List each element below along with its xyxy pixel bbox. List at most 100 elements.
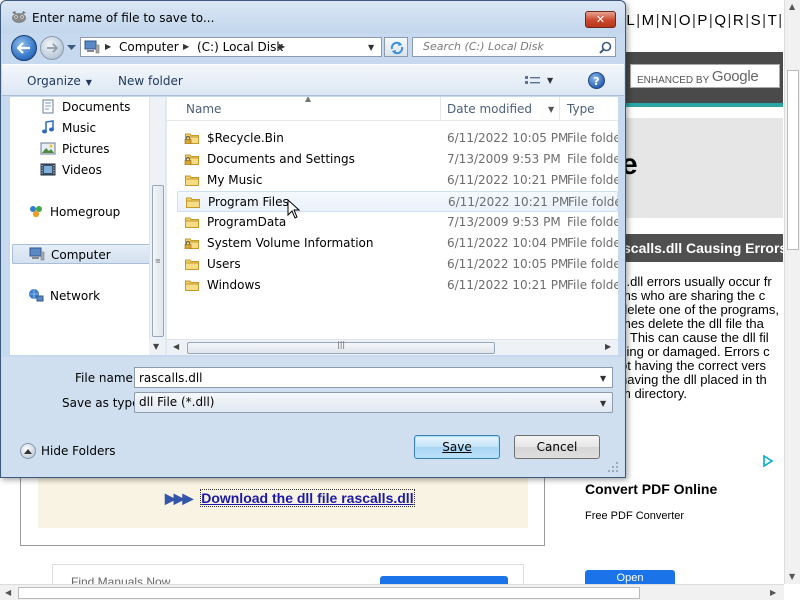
page-hscroll-thumb[interactable] <box>18 587 640 599</box>
help-button[interactable]: ? <box>588 72 605 89</box>
file-row[interactable]: Program Files 6/11/2022 10:21 PM File fold… <box>177 191 618 212</box>
page-horizontal-scrollbar[interactable]: ◀ ▶ <box>0 584 784 600</box>
breadcrumb-separator-icon[interactable]: ▶ <box>183 42 189 51</box>
organize-menu[interactable]: Organize ▼ <box>27 74 92 88</box>
save-button[interactable]: Save <box>414 435 500 459</box>
column-divider[interactable] <box>440 97 441 121</box>
music-icon <box>42 120 54 134</box>
file-row[interactable]: ProgramData 7/13/2009 9:53 PM File folder <box>177 212 618 233</box>
file-date: 6/11/2022 10:05 PM <box>447 257 569 271</box>
recent-pages-dropdown-icon[interactable] <box>67 44 76 52</box>
breadcrumb-local-disk[interactable]: (C:) Local Disk <box>197 40 283 54</box>
breadcrumb-computer[interactable]: Computer <box>119 40 179 54</box>
alphabet-link[interactable]: S <box>751 12 762 29</box>
file-list-hscrollbar[interactable]: ◀ ||| ▶ <box>167 339 618 355</box>
file-name-dropdown-icon[interactable]: ▼ <box>600 374 606 383</box>
computer-icon <box>29 247 45 261</box>
alphabet-separator: | <box>673 12 678 29</box>
grip-icon: ||| <box>337 340 346 349</box>
alphabet-link[interactable]: M <box>642 12 655 29</box>
save-as-type-label: Save as type: <box>62 396 144 410</box>
breadcrumb-separator-icon[interactable]: ▶ <box>105 42 111 51</box>
file-name-input[interactable] <box>134 367 613 388</box>
column-divider[interactable] <box>559 97 560 121</box>
search-box[interactable]: Search (C:) Local Disk <box>412 37 616 57</box>
breadcrumb-separator-icon[interactable]: ▶ <box>279 42 285 51</box>
alphabet-separator: | <box>727 12 732 29</box>
forward-button[interactable] <box>40 36 64 60</box>
file-name: My Music <box>207 173 263 187</box>
ad-choices-icon[interactable] <box>762 455 774 467</box>
article-line: ot having the correct vers <box>620 358 766 373</box>
scroll-right-arrow-icon[interactable]: ▶ <box>770 588 776 597</box>
file-row[interactable]: System Volume Information 6/11/2022 10:04… <box>177 233 618 254</box>
nav-pane-scrollbar[interactable]: ≡ <box>149 97 165 355</box>
ad-title[interactable]: Convert PDF Online <box>585 481 717 497</box>
change-view-icon[interactable] <box>524 74 542 88</box>
nav-item-computer[interactable]: Computer <box>12 244 158 264</box>
back-button[interactable] <box>11 35 37 61</box>
column-type[interactable]: Type <box>567 102 595 116</box>
alphabet-link[interactable]: T <box>768 12 778 29</box>
file-row[interactable]: Windows 6/11/2022 10:21 PMFile folder <box>177 275 618 296</box>
alphabet-link[interactable]: L <box>626 12 635 29</box>
nav-item-documents[interactable]: Documents <box>40 97 158 117</box>
alphabet-separator: | <box>762 12 767 29</box>
scroll-up-arrow-icon[interactable]: ▲ <box>789 2 795 11</box>
save-as-type-dropdown-icon[interactable]: ▼ <box>600 399 606 408</box>
article-body: s.dll errors usually occur fr ms who are… <box>620 275 783 401</box>
nav-item-videos[interactable]: Videos <box>40 160 158 180</box>
videos-icon <box>40 163 56 176</box>
file-type: File folder <box>567 152 618 166</box>
column-filter-dropdown-icon[interactable]: ▼ <box>548 105 554 114</box>
search-icon[interactable] <box>599 41 612 54</box>
file-row[interactable]: Users 6/11/2022 10:05 PMFile folder <box>177 254 618 275</box>
new-folder-button[interactable]: New folder <box>118 74 183 88</box>
nav-label: Music <box>62 121 97 135</box>
save-as-type-select[interactable]: dll File (*.dll) <box>134 392 613 413</box>
column-name[interactable]: Name <box>186 102 221 116</box>
alphabet-link[interactable]: N <box>661 12 672 29</box>
scroll-down-arrow-icon[interactable]: ▼ <box>789 572 795 581</box>
page-vertical-scrollbar[interactable]: ▲ ▼ <box>784 0 800 584</box>
nav-item-network[interactable]: Network <box>28 286 158 306</box>
scroll-left-arrow-icon[interactable]: ◀ <box>5 588 11 597</box>
dialog-titlebar[interactable]: Enter name of file to save to... ✕ <box>1 1 625 33</box>
view-options-dropdown-icon[interactable]: ▼ <box>547 76 553 85</box>
refresh-button[interactable] <box>384 37 408 57</box>
cancel-button[interactable]: Cancel <box>514 435 600 459</box>
alphabet-separator: | <box>691 12 697 29</box>
google-search-box[interactable]: ENHANCED BY Google <box>630 64 780 88</box>
file-row[interactable]: Documents and Settings 7/13/2009 9:53 PM F… <box>177 149 618 170</box>
alphabet-link[interactable]: P <box>697 12 708 29</box>
scroll-left-arrow-icon[interactable]: ◀ <box>173 342 179 351</box>
ad-open-button[interactable]: Open <box>585 570 675 584</box>
alphabet-link[interactable]: R <box>733 12 744 29</box>
nav-scroll-corner[interactable]: ▼ <box>149 339 165 355</box>
file-type: File folder <box>567 236 618 250</box>
alphabet-link[interactable]: O <box>679 12 691 29</box>
mouse-cursor-icon <box>287 199 301 219</box>
resize-grip-icon[interactable] <box>607 461 619 473</box>
folder-icon <box>185 217 199 228</box>
scroll-right-arrow-icon[interactable]: ▶ <box>605 342 611 351</box>
file-type: File folder <box>567 278 618 292</box>
scroll-down-arrow-icon[interactable]: ▼ <box>153 342 159 351</box>
file-row[interactable]: My Music 6/11/2022 10:21 PMFile folder <box>177 170 618 191</box>
address-dropdown-icon[interactable]: ▼ <box>368 43 374 52</box>
nav-item-pictures[interactable]: Pictures <box>40 139 158 159</box>
nav-item-homegroup[interactable]: Homegroup <box>28 202 158 222</box>
alphabet-link[interactable]: Q <box>714 12 726 29</box>
address-bar[interactable]: ▶ Computer ▶ (C:) Local Disk ▶ ▼ <box>80 37 382 57</box>
column-date-modified[interactable]: Date modified <box>447 102 532 116</box>
close-button[interactable]: ✕ <box>585 11 616 28</box>
file-name: System Volume Information <box>207 236 374 250</box>
file-name-label: File name: <box>75 371 137 385</box>
download-link[interactable]: ▶▶▶ Download the dll file rascalls.dll <box>165 489 415 507</box>
file-type: File folder <box>567 257 618 271</box>
file-date: 6/11/2022 10:05 PM <box>447 131 569 145</box>
page-vscroll-thumb[interactable] <box>787 70 799 250</box>
file-row[interactable]: $Recycle.Bin 6/11/2022 10:05 PM File folde… <box>177 128 618 149</box>
nav-item-music[interactable]: Music <box>40 118 158 138</box>
download-link-text[interactable]: Download the dll file rascalls.dll <box>200 489 415 507</box>
